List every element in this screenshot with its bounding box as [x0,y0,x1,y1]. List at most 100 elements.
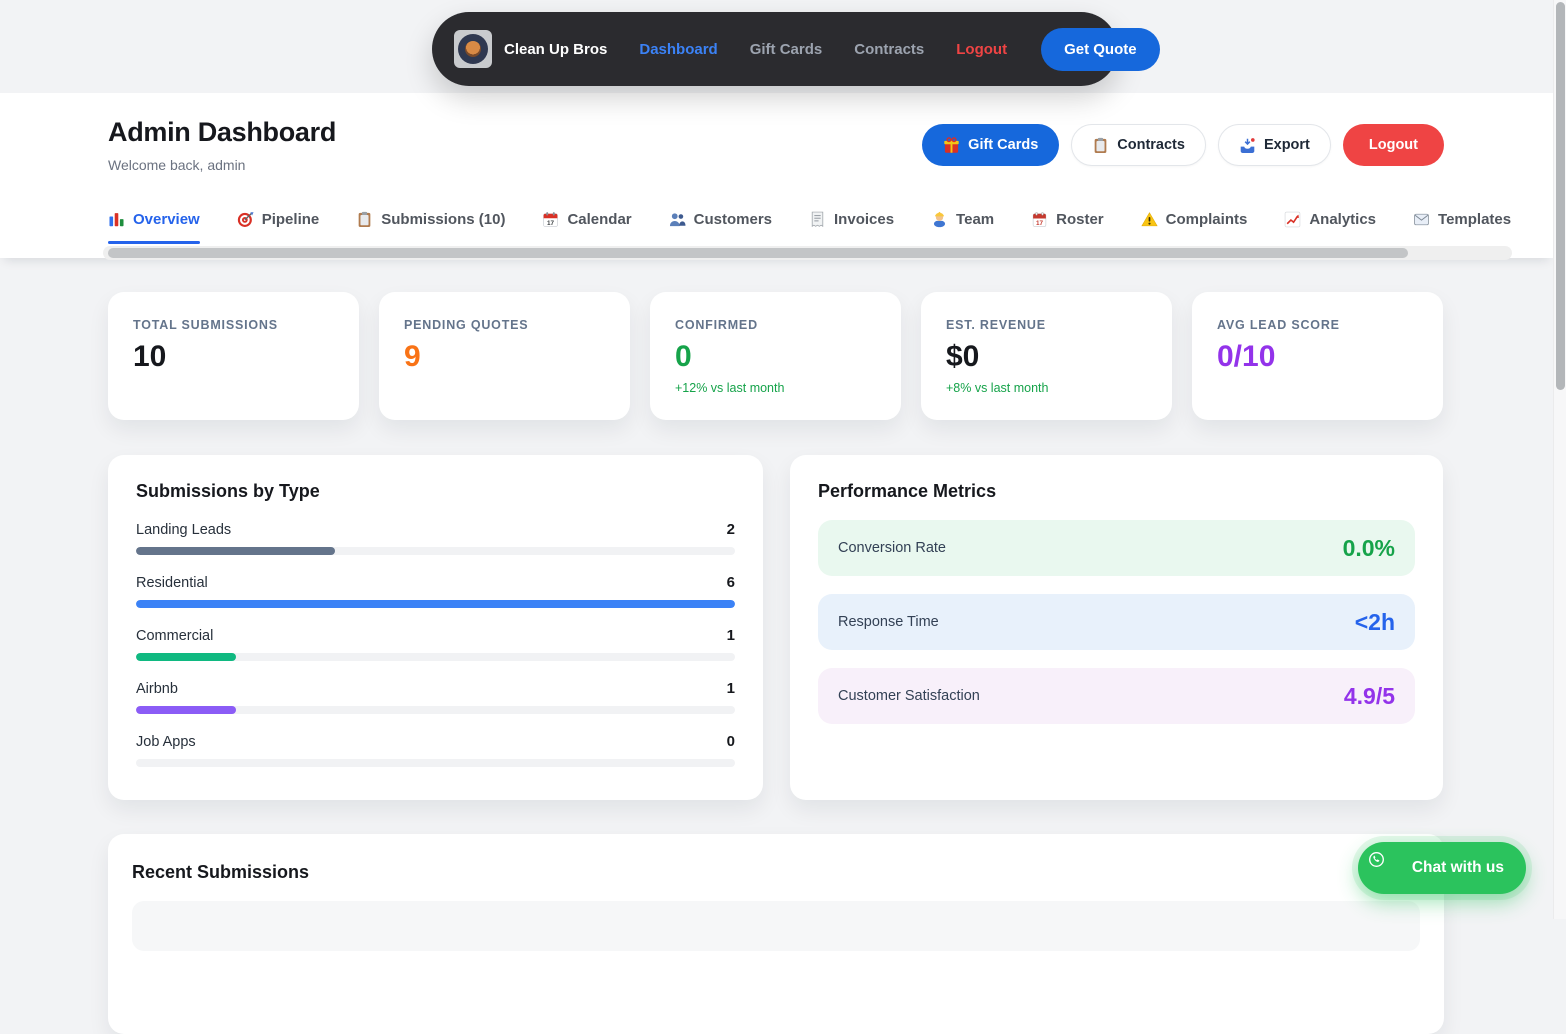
bar-row-job-apps: Job Apps 0 [136,733,735,767]
bar-row-airbnb: Airbnb 1 [136,680,735,714]
tab-customers[interactable]: Customers [669,205,772,244]
stat-value: 0 [675,340,876,374]
tab-label: Customers [694,211,772,228]
bar-value: 1 [727,680,735,697]
stat-delta: +12% vs last month [675,381,876,395]
metric-response-time: Response Time <2h [818,594,1415,650]
svg-text:17: 17 [547,220,555,227]
metric-value: 0.0% [1343,535,1395,562]
metric-label: Customer Satisfaction [838,688,980,704]
tab-pipeline[interactable]: Pipeline [237,205,320,244]
tab-bar: Overview Pipeline Submissions (10) [108,205,1512,244]
tab-label: Templates [1438,211,1511,228]
calendar-icon: 17 [542,211,559,228]
nav-link-gift-cards[interactable]: Gift Cards [750,41,823,58]
stats-row: TOTAL SUBMISSIONS 10 PENDING QUOTES 9 CO… [108,292,1443,420]
tab-analytics[interactable]: Analytics [1284,205,1376,244]
tab-submissions[interactable]: Submissions (10) [356,205,505,244]
metric-label: Conversion Rate [838,540,946,556]
brand[interactable]: Clean Up Bros [454,30,607,68]
bar-fill [136,600,735,608]
export-button[interactable]: Export [1218,124,1331,166]
brand-name: Clean Up Bros [504,41,607,58]
gift-cards-label: Gift Cards [968,137,1038,153]
stat-card-avg-lead-score: AVG LEAD SCORE 0/10 [1192,292,1443,420]
metric-label: Response Time [838,614,939,630]
worker-icon [931,211,948,228]
bar-row-residential: Residential 6 [136,574,735,608]
stat-value: 9 [404,340,605,374]
bar-label: Residential [136,575,208,591]
tab-label: Invoices [834,211,894,228]
nav-link-dashboard[interactable]: Dashboard [639,41,717,58]
tab-complaints[interactable]: Complaints [1141,205,1248,244]
tab-label: Submissions (10) [381,211,505,228]
stat-card-pending-quotes: PENDING QUOTES 9 [379,292,630,420]
bar-track [136,547,735,555]
bar-chart-icon [108,211,125,228]
tab-roster[interactable]: 17 Roster [1031,205,1104,244]
page-vertical-scrollbar[interactable] [1553,0,1566,919]
bar-track [136,706,735,714]
stat-card-confirmed: CONFIRMED 0 +12% vs last month [650,292,901,420]
bar-label: Airbnb [136,681,178,697]
target-icon [237,211,254,228]
metric-conversion-rate: Conversion Rate 0.0% [818,520,1415,576]
gift-icon [943,137,960,154]
stat-delta: +8% vs last month [946,381,1147,395]
whatsapp-icon [1368,851,1402,885]
tab-invoices[interactable]: Invoices [809,205,894,244]
tab-overview[interactable]: Overview [108,205,200,244]
clipboard-icon [1092,137,1109,154]
admin-dashboard-page: Clean Up Bros Dashboard Gift Cards Contr… [0,0,1566,919]
get-quote-button[interactable]: Get Quote [1041,28,1160,71]
tab-calendar[interactable]: 17 Calendar [542,205,631,244]
clipboard-icon [356,211,373,228]
roster-calendar-icon: 17 [1031,211,1048,228]
mail-icon [1413,211,1430,228]
bar-value: 2 [727,521,735,538]
logout-button[interactable]: Logout [1343,124,1444,166]
chart-up-icon [1284,211,1301,228]
tab-team[interactable]: Team [931,205,994,244]
tabs-scrollbar-thumb[interactable] [108,248,1408,258]
tab-templates[interactable]: Templates [1413,205,1511,244]
stat-label: EST. REVENUE [946,318,1147,332]
tab-label: Team [956,211,994,228]
bar-label: Job Apps [136,734,196,750]
card-title: Performance Metrics [818,481,1415,502]
clean-up-bros-logo-icon [454,30,492,68]
bar-fill [136,653,236,661]
metric-customer-satisfaction: Customer Satisfaction 4.9/5 [818,668,1415,724]
inbox-tray-icon [1239,137,1256,154]
metric-value: 4.9/5 [1344,683,1395,710]
tab-label: Analytics [1309,211,1376,228]
top-navbar: Clean Up Bros Dashboard Gift Cards Contr… [432,12,1118,86]
whatsapp-chat-button[interactable]: Chat with us [1358,842,1526,894]
contracts-button[interactable]: Contracts [1071,124,1206,166]
stat-label: AVG LEAD SCORE [1217,318,1418,332]
bar-value: 0 [727,733,735,750]
performance-metrics-card: Performance Metrics Conversion Rate 0.0%… [790,455,1443,800]
bar-fill [136,706,236,714]
tabs-horizontal-scrollbar[interactable] [103,246,1512,260]
stat-label: PENDING QUOTES [404,318,605,332]
bar-label: Landing Leads [136,522,231,538]
gift-cards-button[interactable]: Gift Cards [922,124,1059,166]
page-title: Admin Dashboard [108,117,336,148]
bar-value: 6 [727,574,735,591]
tab-label: Calendar [567,211,631,228]
tab-label: Roster [1056,211,1104,228]
bar-track [136,600,735,608]
metric-value: <2h [1355,609,1395,636]
page-scrollbar-thumb[interactable] [1556,2,1565,390]
tab-label: Pipeline [262,211,320,228]
stat-value: 0/10 [1217,340,1418,374]
export-label: Export [1264,137,1310,153]
tab-label: Complaints [1166,211,1248,228]
nav-link-logout[interactable]: Logout [956,41,1007,58]
bar-label: Commercial [136,628,213,644]
warning-icon [1141,211,1158,228]
chart-title: Submissions by Type [136,481,735,502]
nav-link-contracts[interactable]: Contracts [854,41,924,58]
